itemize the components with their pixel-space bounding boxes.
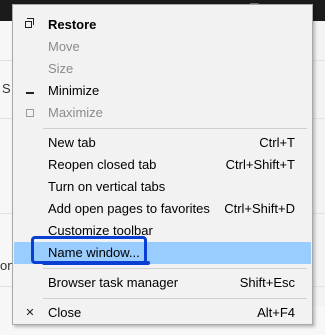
menu-separator [43, 128, 307, 129]
menu-item-label: Customize toolbar [48, 223, 153, 238]
menu-item-reopen-closed-tab[interactable]: Reopen closed tab Ctrl+Shift+T [14, 154, 311, 176]
menu-item-label: Move [48, 39, 80, 54]
menu-item-shortcut: Alt+F4 [257, 305, 295, 320]
menu-item-label: Name window... [48, 245, 140, 260]
menu-item-shortcut: Shift+Esc [239, 275, 295, 290]
minimize-icon [24, 85, 36, 97]
menu-item-new-tab[interactable]: New tab Ctrl+T [14, 132, 311, 154]
window-context-menu: Restore Move Size Minimize Maximize New … [12, 4, 313, 325]
annotation-underline [42, 261, 150, 265]
close-icon: ✕ [25, 306, 35, 319]
menu-separator [43, 268, 307, 269]
restore-icon [24, 18, 36, 31]
page-background-left [0, 21, 12, 335]
page-background-right [312, 21, 325, 306]
menu-item-label: Minimize [48, 83, 100, 98]
menu-item-label: New tab [48, 135, 96, 150]
menu-item-label: Maximize [48, 105, 103, 120]
menu-item-move[interactable]: Move [14, 36, 311, 58]
background-partial-text: S [2, 81, 11, 96]
menu-item-customize-toolbar[interactable]: Customize toolbar [14, 220, 311, 242]
menu-item-vertical-tabs[interactable]: Turn on vertical tabs [14, 176, 311, 198]
menu-item-label: Close [48, 305, 82, 320]
menu-item-size[interactable]: Size [14, 58, 311, 80]
menu-item-shortcut: Ctrl+Shift+T [225, 157, 295, 172]
menu-item-label: Restore [48, 17, 97, 32]
menu-item-close[interactable]: ✕ Close Alt+F4 [14, 302, 311, 324]
menu-item-minimize[interactable]: Minimize [14, 80, 311, 102]
menu-item-label: Add open pages to favorites [48, 201, 210, 216]
menu-item-shortcut: Ctrl+T [259, 135, 295, 150]
menu-item-add-to-favorites[interactable]: Add open pages to favorites Ctrl+Shift+D [14, 198, 311, 220]
maximize-icon [24, 107, 36, 119]
menu-item-maximize[interactable]: Maximize [14, 102, 311, 124]
menu-item-label: Size [48, 61, 74, 76]
menu-item-label: Reopen closed tab [48, 157, 157, 172]
menu-item-label: Turn on vertical tabs [48, 179, 166, 194]
menu-item-browser-task-manager[interactable]: Browser task manager Shift+Esc [14, 272, 311, 294]
menu-item-restore[interactable]: Restore [14, 14, 311, 36]
menu-item-label: Browser task manager [48, 275, 179, 290]
menu-separator [43, 298, 307, 299]
menu-item-shortcut: Ctrl+Shift+D [224, 201, 295, 216]
